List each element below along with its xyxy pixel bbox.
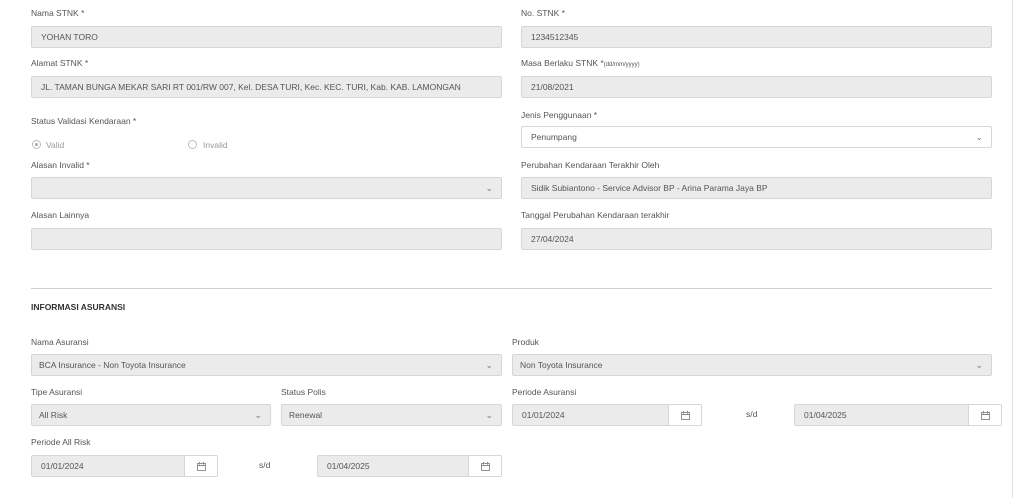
calendar-icon[interactable] bbox=[468, 456, 501, 476]
periode-all-risk-start-value: 01/01/2024 bbox=[41, 461, 84, 471]
calendar-icon[interactable] bbox=[668, 405, 701, 425]
no-stnk-label: No. STNK * bbox=[521, 8, 565, 18]
alasan-invalid-select[interactable]: ⌄ bbox=[31, 177, 502, 199]
masa-berlaku-label-text: Masa Berlaku STNK * bbox=[521, 58, 604, 68]
produk-label: Produk bbox=[512, 337, 539, 347]
periode-asuransi-start[interactable]: 01/01/2024 bbox=[512, 404, 702, 426]
masa-berlaku-label: Masa Berlaku STNK *(dd/mm/yyyy) bbox=[521, 58, 640, 68]
periode-asuransi-end-value: 01/04/2025 bbox=[804, 410, 847, 420]
masa-berlaku-field: 21/08/2021 bbox=[521, 76, 992, 98]
periode-asuransi-end[interactable]: 01/04/2025 bbox=[794, 404, 1002, 426]
status-polis-select[interactable]: Renewal ⌄ bbox=[281, 404, 502, 426]
radio-selected-dot bbox=[35, 143, 38, 146]
alamat-stnk-field: JL. TAMAN BUNGA MEKAR SARI RT 001/RW 007… bbox=[31, 76, 502, 98]
alasan-lainnya-field bbox=[31, 228, 502, 250]
jenis-penggunaan-label: Jenis Penggunaan * bbox=[521, 110, 598, 120]
status-polis-value: Renewal bbox=[289, 410, 323, 420]
radio-invalid[interactable] bbox=[188, 140, 197, 149]
chevron-down-icon: ⌄ bbox=[975, 360, 983, 370]
radio-valid[interactable] bbox=[32, 140, 41, 149]
chevron-down-icon: ⌄ bbox=[975, 132, 983, 142]
tipe-asuransi-select[interactable]: All Risk ⌄ bbox=[31, 404, 271, 426]
alasan-invalid-label: Alasan Invalid * bbox=[31, 160, 90, 170]
periode-all-risk-end[interactable]: 01/04/2025 bbox=[317, 455, 502, 477]
alasan-lainnya-label: Alasan Lainnya bbox=[31, 210, 90, 220]
status-polis-label: Status Polis bbox=[281, 387, 326, 397]
periode-all-risk-start[interactable]: 01/01/2024 bbox=[31, 455, 218, 477]
alamat-stnk-label: Alamat STNK * bbox=[31, 58, 89, 68]
nama-stnk-field: YOHAN TORO bbox=[31, 26, 502, 48]
calendar-icon[interactable] bbox=[968, 405, 1001, 425]
nama-asuransi-select[interactable]: BCA Insurance - Non Toyota Insurance ⌄ bbox=[31, 354, 502, 376]
section-title-asuransi: INFORMASI ASURANSI bbox=[31, 302, 126, 312]
jenis-penggunaan-value: Penumpang bbox=[531, 132, 577, 142]
status-validasi-label: Status Validasi Kendaraan * bbox=[31, 116, 137, 126]
form-card: Nama STNK * YOHAN TORO No. STNK * 123451… bbox=[0, 0, 1013, 498]
tanggal-perubahan-label: Tanggal Perubahan Kendaraan terakhir bbox=[521, 210, 670, 220]
date-format-hint: (dd/mm/yyyy) bbox=[603, 62, 640, 68]
produk-value: Non Toyota Insurance bbox=[520, 360, 603, 370]
radio-invalid-label: Invalid bbox=[203, 140, 228, 150]
periode-asuransi-start-value: 01/01/2024 bbox=[522, 410, 565, 420]
tipe-asuransi-value: All Risk bbox=[39, 410, 68, 420]
sd-separator: s/d bbox=[746, 409, 758, 419]
chevron-down-icon: ⌄ bbox=[485, 183, 493, 193]
tanggal-perubahan-field: 27/04/2024 bbox=[521, 228, 992, 250]
radio-valid-label: Valid bbox=[46, 140, 65, 150]
nama-asuransi-label: Nama Asuransi bbox=[31, 337, 89, 347]
nama-stnk-label: Nama STNK * bbox=[31, 8, 85, 18]
periode-asuransi-label: Periode Asuransi bbox=[512, 387, 577, 397]
periode-all-risk-end-value: 01/04/2025 bbox=[327, 461, 370, 471]
tipe-asuransi-label: Tipe Asuransi bbox=[31, 387, 83, 397]
periode-all-risk-label: Periode All Risk bbox=[31, 437, 91, 447]
calendar-icon[interactable] bbox=[184, 456, 217, 476]
jenis-penggunaan-select[interactable]: Penumpang ⌄ bbox=[521, 126, 992, 148]
sd-separator: s/d bbox=[259, 460, 271, 470]
section-divider bbox=[31, 288, 992, 289]
produk-select[interactable]: Non Toyota Insurance ⌄ bbox=[512, 354, 992, 376]
chevron-down-icon: ⌄ bbox=[254, 410, 262, 420]
perubahan-kendaraan-field: Sidik Subiantono - Service Advisor BP - … bbox=[521, 177, 992, 199]
chevron-down-icon: ⌄ bbox=[485, 360, 493, 370]
nama-asuransi-value: BCA Insurance - Non Toyota Insurance bbox=[39, 360, 186, 370]
perubahan-kendaraan-label: Perubahan Kendaraan Terakhir Oleh bbox=[521, 160, 660, 170]
no-stnk-field: 1234512345 bbox=[521, 26, 992, 48]
chevron-down-icon: ⌄ bbox=[485, 410, 493, 420]
